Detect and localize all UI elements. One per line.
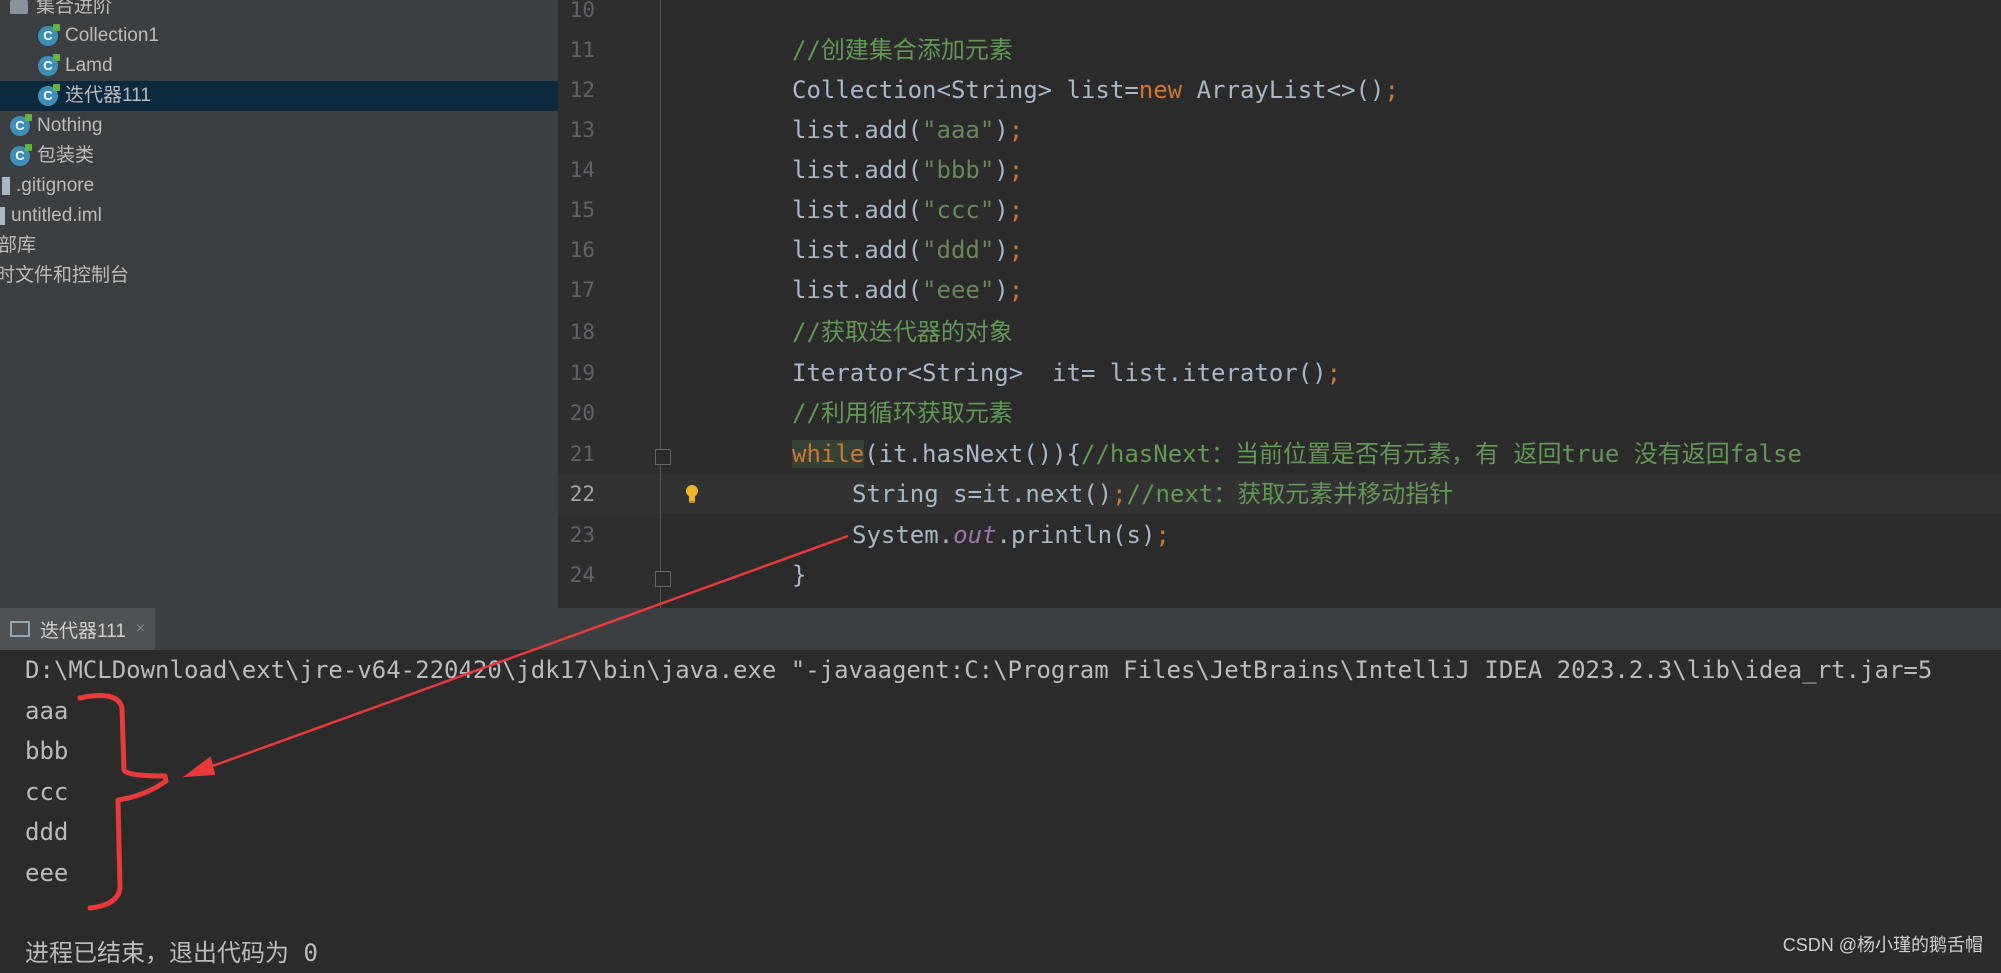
tree-item-label: 集合进阶 [36, 0, 113, 17]
console-output-line: aaa [25, 697, 69, 725]
run-toolbar: 迭代器111 × [0, 608, 2001, 651]
fold-icon[interactable] [655, 571, 671, 587]
tree-item-wrapper[interactable]: C 包装类 [10, 141, 94, 171]
file-icon [2, 177, 10, 195]
console-output-line: ccc [25, 778, 69, 806]
code-line-24: } [792, 561, 807, 589]
run-tab[interactable]: 迭代器111 × [0, 608, 156, 650]
code-line-18: //获取迭代器的对象 [792, 318, 1013, 346]
console-output-line: ddd [25, 818, 69, 846]
code-line-13: list.add("aaa"); [792, 116, 1024, 144]
line-number: 15 [569, 198, 595, 222]
console-output-line: eee [25, 859, 69, 887]
tree-item-iterator111[interactable]: C 迭代器111 [0, 81, 558, 111]
line-number: 20 [569, 401, 595, 425]
code-line-21: while(it.hasNext()){//hasNext：当前位置是否有元素，… [792, 440, 1802, 468]
folder-icon [10, 0, 28, 14]
tree-folder-collections[interactable]: 集合进阶 [10, 0, 112, 22]
class-icon: C [10, 114, 32, 136]
file-icon [0, 207, 5, 225]
code-line-17: list.add("eee"); [792, 276, 1024, 304]
gutter-separator [660, 0, 661, 608]
run-tab-label: 迭代器111 [40, 620, 126, 642]
line-number: 21 [569, 442, 595, 466]
tree-item-label: Lamd [65, 55, 113, 76]
class-icon: C [38, 54, 60, 76]
code-line-12: Collection<String> list=new ArrayList<>(… [792, 76, 1399, 104]
tree-item-label: 包装类 [37, 145, 95, 166]
code-line-19: Iterator<String> it= list.iterator(); [792, 359, 1342, 387]
line-number: 24 [569, 563, 595, 587]
tree-item-label: Collection1 [65, 25, 159, 46]
tree-item-label: 迭代器111 [65, 85, 151, 106]
console-output-line: bbb [25, 737, 69, 765]
line-number: 23 [569, 523, 595, 547]
fold-icon[interactable] [655, 449, 671, 465]
tree-item-scratches[interactable]: 时文件和控制台 [0, 261, 129, 291]
tree-item-collection1[interactable]: C Collection1 [38, 21, 159, 51]
tree-item-label: untitled.iml [11, 205, 102, 226]
line-number: 11 [569, 38, 595, 62]
line-number: 13 [569, 118, 595, 142]
line-number: 17 [569, 278, 595, 302]
close-icon[interactable]: × [136, 620, 145, 638]
code-line-23: System.out.println(s); [852, 521, 1170, 549]
code-line-11: //创建集合添加元素 [792, 36, 1013, 64]
class-icon: C [38, 84, 60, 106]
class-icon: C [38, 24, 60, 46]
lightbulb-icon[interactable] [684, 484, 700, 504]
code-line-16: list.add("ddd"); [792, 236, 1024, 264]
project-panel: 集合进阶 C Collection1 C Lamd C 迭代器111 C Not… [0, 0, 558, 608]
watermark: CSDN @杨小瑾的鹅舌帽 [1782, 935, 1983, 955]
code-line-22: String s=it.next();//next：获取元素并移动指针 [852, 480, 1454, 508]
tree-item-label: Nothing [37, 115, 103, 136]
console-output[interactable]: D:\MCLDownload\ext\jre-v64-220420\jdk17\… [0, 650, 2001, 967]
class-icon: C [10, 144, 32, 166]
line-number: 12 [569, 78, 595, 102]
line-number: 16 [569, 238, 595, 262]
tree-item-nothing[interactable]: C Nothing [10, 111, 103, 141]
tree-item-gitignore[interactable]: .gitignore [2, 171, 94, 201]
line-number: 10 [569, 0, 595, 22]
line-number: 18 [569, 320, 595, 344]
line-number-current: 22 [569, 482, 595, 506]
tree-item-lamd[interactable]: C Lamd [38, 51, 113, 81]
console-command-line: D:\MCLDownload\ext\jre-v64-220420\jdk17\… [25, 656, 1933, 684]
console-icon [10, 621, 30, 637]
code-line-14: list.add("bbb"); [792, 156, 1024, 184]
line-number: 14 [569, 158, 595, 182]
tree-item-external-libs[interactable]: 部库 [0, 231, 36, 261]
tree-item-untitled-iml[interactable]: untitled.iml [0, 201, 102, 231]
tree-item-label: 时文件和控制台 [0, 265, 130, 286]
console-exit-message: 进程已结束，退出代码为 0 [25, 939, 318, 967]
code-line-15: list.add("ccc"); [792, 196, 1024, 224]
tree-item-label: 部库 [0, 235, 37, 256]
code-line-20: //利用循环获取元素 [792, 399, 1013, 427]
line-number: 19 [569, 361, 595, 385]
tree-item-label: .gitignore [16, 175, 95, 196]
